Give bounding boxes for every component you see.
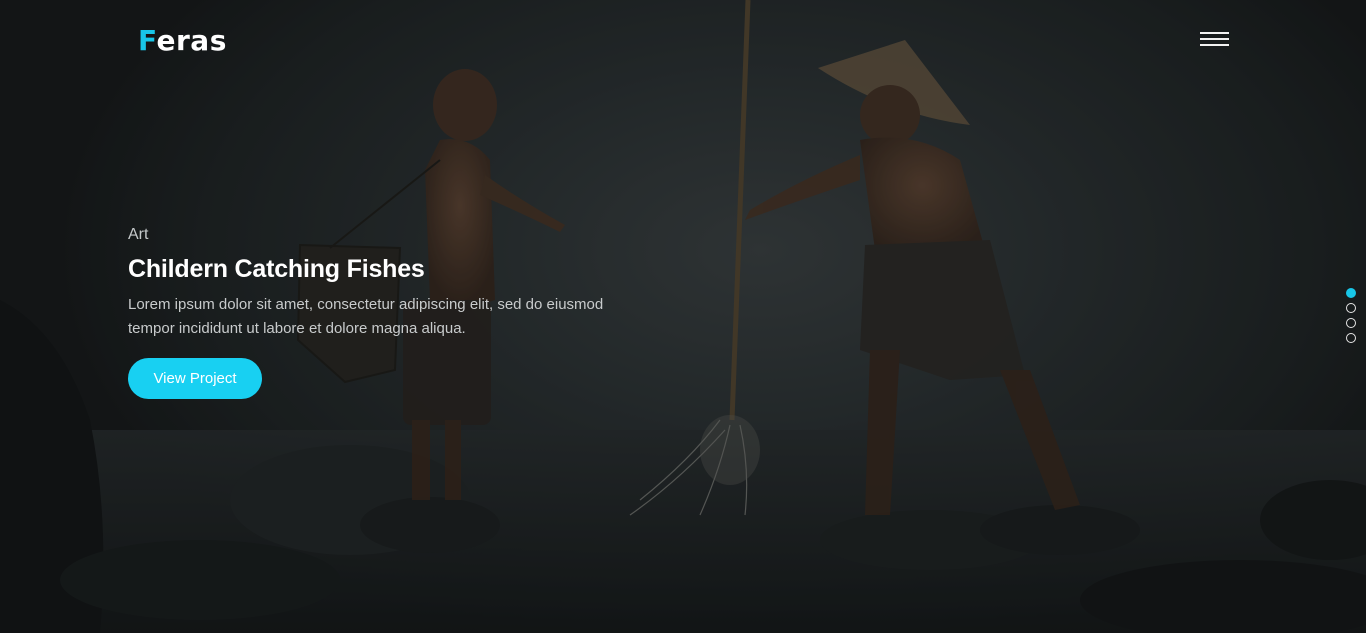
site-logo[interactable]: Feras (138, 24, 227, 58)
slider-dot-2[interactable] (1346, 303, 1356, 313)
slide-caption: Art Childern Catching Fishes Lorem ipsum… (128, 225, 668, 341)
slider-dot-1[interactable] (1346, 288, 1356, 298)
view-project-button[interactable]: View Project (128, 358, 262, 399)
logo-accent-letter: F (138, 24, 157, 57)
logo-text: eras (156, 24, 227, 57)
slide-description: Lorem ipsum dolor sit amet, consectetur … (128, 296, 604, 337)
hamburger-menu-icon[interactable] (1200, 31, 1230, 49)
menu-line (1200, 44, 1229, 46)
hero-slider: Feras Art Childern Catching Fishes Lorem… (0, 0, 1366, 633)
menu-line (1200, 38, 1229, 40)
slide-title: Childern Catching Fishes (128, 255, 425, 283)
slider-dot-4[interactable] (1346, 333, 1356, 343)
slider-dot-3[interactable] (1346, 318, 1356, 328)
menu-line (1200, 32, 1229, 34)
slide-category: Art (128, 226, 149, 243)
